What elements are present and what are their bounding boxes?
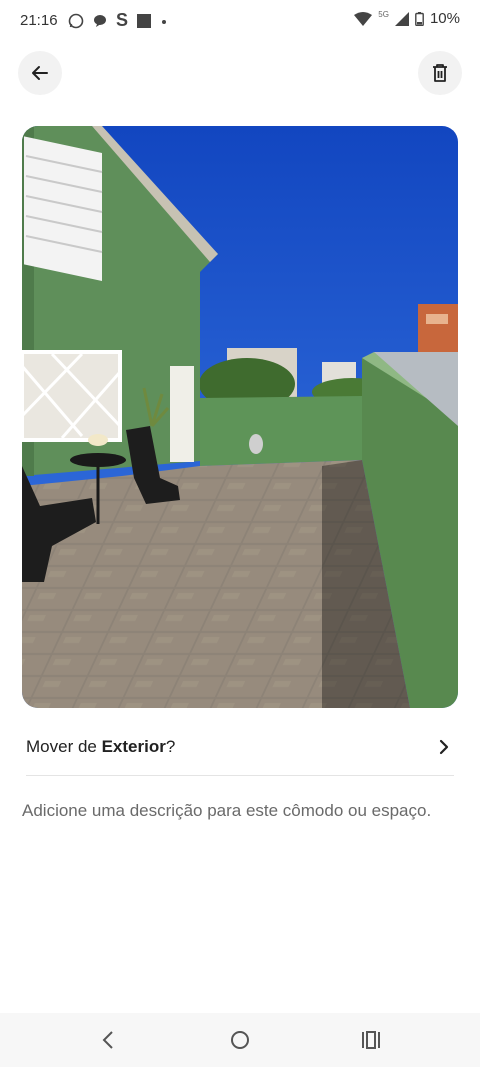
whatsapp-icon [68,13,84,28]
system-nav-bar [0,1013,480,1067]
description-field[interactable]: Adicione uma descrição para este cômodo … [22,797,442,825]
delete-button[interactable] [418,51,462,95]
notification-icons: S [68,10,168,31]
nav-home-icon [231,1031,249,1049]
nav-home-button[interactable] [228,1028,252,1052]
status-time: 21:16 [20,12,58,29]
back-button[interactable] [18,51,62,95]
chat-icon [94,14,106,27]
terrace-photo [22,126,458,708]
divider [26,775,454,776]
move-room-row[interactable]: Mover de Exterior? [22,722,458,772]
battery-level: 10% [429,10,460,27]
square-app-icon [137,13,152,28]
nav-back-icon [102,1031,113,1049]
arrow-left-icon [32,66,48,80]
nav-back-button[interactable] [96,1028,120,1052]
more-notifications-icon [162,19,167,24]
nav-recents-icon [362,1031,380,1049]
s-app-icon: S [116,10,129,30]
signal-icon [394,11,409,26]
system-indicators: 5G 10% [354,10,460,27]
wifi-icon [354,11,373,26]
chevron-right-icon [439,739,449,755]
room-name: Exterior [101,737,166,756]
network-label: 5G [378,10,389,19]
trash-icon [433,64,447,82]
room-photo[interactable] [22,126,458,708]
battery-icon [415,11,424,26]
nav-recents-button[interactable] [359,1028,383,1052]
status-bar: 21:16 S 5G 10% [0,0,480,40]
move-room-label: Mover de Exterior? [26,737,176,756]
